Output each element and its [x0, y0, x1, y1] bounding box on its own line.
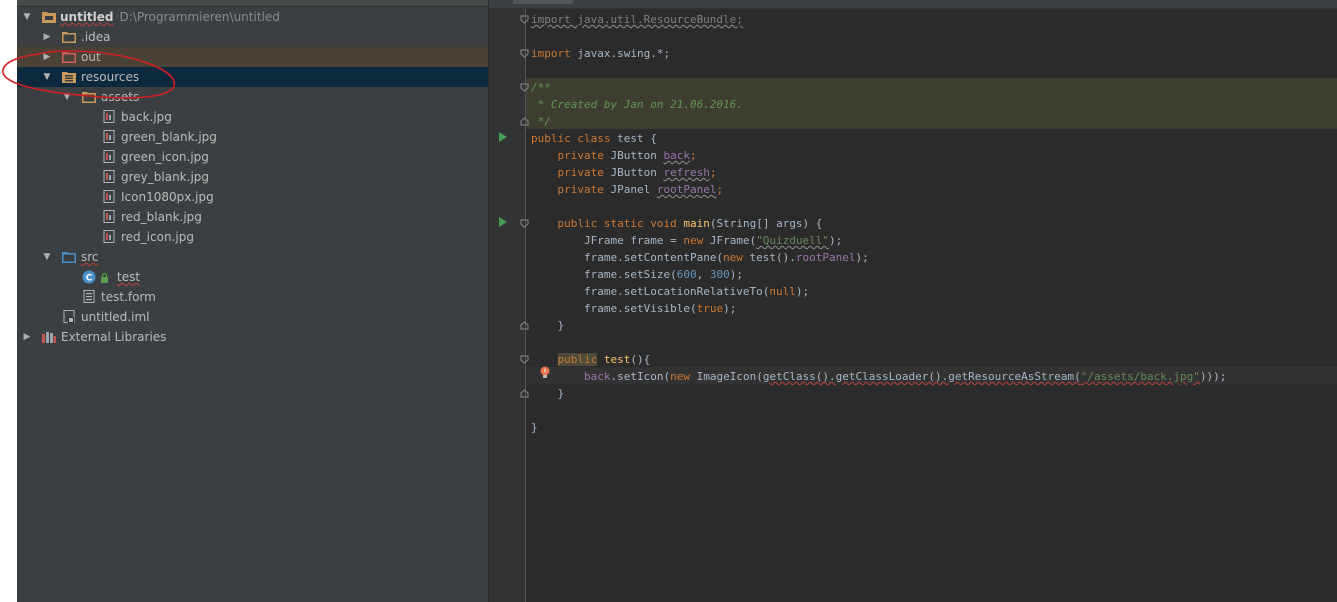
run-icon[interactable] [499, 132, 507, 142]
fold-marker-icon[interactable] [520, 83, 529, 92]
code-line: private JPanel rootPanel; [557, 183, 724, 196]
tree-item-file[interactable]: green_blank.jpg [17, 127, 488, 147]
tree-item-file[interactable]: red_icon.jpg [17, 227, 488, 247]
fold-marker-icon[interactable] [520, 117, 529, 126]
lock-icon [101, 273, 108, 283]
folder-icon [62, 32, 76, 43]
image-file-icon [103, 170, 115, 183]
tree-label: .idea [81, 30, 111, 44]
tree-item-file[interactable]: grey_blank.jpg [17, 167, 488, 187]
image-file-icon [103, 110, 115, 123]
folder-icon [82, 92, 96, 103]
tree-item-test-class[interactable]: C test [17, 267, 488, 287]
tree-label: Icon1080px.jpg [121, 190, 214, 204]
image-file-icon [103, 210, 115, 223]
chevron-down-icon[interactable]: ▼ [41, 67, 53, 87]
tree-item-root[interactable]: ▼ untitled D:\Programmieren\untitled [17, 7, 488, 27]
tree-item-out[interactable]: ▶ out [17, 47, 488, 67]
editor-tab[interactable] [513, 0, 573, 4]
tree-label: External Libraries [61, 330, 167, 344]
code-line: } [531, 421, 538, 434]
code-line: private JButton refresh; [557, 166, 717, 179]
code-line: } [557, 387, 565, 400]
resources-folder-icon [62, 72, 76, 83]
panel-header-strip [17, 0, 488, 7]
tree-label: back.jpg [121, 110, 172, 124]
module-file-icon [63, 310, 75, 323]
fold-marker-icon[interactable] [520, 219, 529, 228]
tree-label: grey_blank.jpg [121, 170, 210, 184]
chevron-down-icon[interactable]: ▼ [61, 87, 73, 107]
chevron-down-icon[interactable]: ▼ [41, 247, 53, 267]
fold-marker-icon[interactable] [520, 389, 529, 398]
code-line: import javax.swing.*; [531, 47, 671, 60]
tree-label: resources [81, 70, 140, 84]
excluded-folder-icon [62, 52, 76, 63]
code-line: back.setIcon(new ImageIcon(getClass().ge… [583, 370, 1227, 383]
project-folder-icon [42, 12, 56, 23]
form-file-icon [83, 290, 95, 303]
root-label: untitled [60, 10, 114, 24]
tree-item-src[interactable]: ▼ src [17, 247, 488, 267]
fold-marker-icon[interactable] [520, 321, 529, 330]
image-file-icon [103, 150, 115, 163]
code-line: * Created by Jan on 21.06.2016. [531, 98, 743, 111]
tree-item-resources[interactable]: ▼ resources [17, 67, 488, 87]
chevron-down-icon[interactable]: ▼ [21, 7, 33, 27]
chevron-right-icon[interactable]: ▶ [21, 327, 33, 347]
image-file-icon [103, 130, 115, 143]
code-line: import java.util.ResourceBundle; [531, 13, 743, 26]
tree-label: red_icon.jpg [121, 230, 194, 244]
fold-marker-icon[interactable] [520, 15, 529, 24]
tree-item-iml[interactable]: untitled.iml [17, 307, 488, 327]
code-line: public static void main(String[] args) { [557, 217, 823, 230]
editor-tab-strip [489, 0, 1337, 9]
code-line: public test(){ [557, 353, 651, 366]
source-folder-icon [62, 252, 76, 263]
tree-label: assets [101, 90, 140, 104]
image-file-icon [103, 230, 115, 243]
tree-label: test [117, 270, 141, 284]
code-line: public class test { [531, 132, 657, 145]
java-class-icon: C [82, 270, 96, 284]
code-line: private JButton back; [557, 149, 697, 162]
library-icon [42, 332, 56, 343]
tree-label: red_blank.jpg [121, 210, 202, 224]
tree-item-assets[interactable]: ▼ assets [17, 87, 488, 107]
editor-gutter [489, 9, 526, 602]
code-line: frame.setLocationRelativeTo(null); [583, 285, 810, 298]
tree-label: out [81, 50, 101, 64]
code-line: frame.setSize(600, 300); [583, 268, 743, 281]
chevron-right-icon[interactable]: ▶ [41, 27, 53, 47]
code-editor[interactable]: import java.util.ResourceBundle; import … [489, 0, 1337, 602]
code-line: frame.setContentPane(new test().rootPane… [583, 251, 869, 264]
code-line: } [557, 319, 565, 332]
code-line: frame.setVisible(true); [583, 302, 737, 315]
code-line: */ [531, 115, 551, 128]
image-file-icon [103, 190, 115, 203]
svg-text:C: C [86, 274, 93, 284]
root-path: D:\Programmieren\untitled [119, 10, 280, 24]
chevron-right-icon[interactable]: ▶ [41, 47, 53, 67]
tree-item-idea[interactable]: ▶ .idea [17, 27, 488, 47]
tree-label: green_blank.jpg [121, 130, 217, 144]
tree-label: green_icon.jpg [121, 150, 209, 164]
tree-item-file[interactable]: green_icon.jpg [17, 147, 488, 167]
project-panel: ▼ untitled D:\Programmieren\untitled ▶ .i… [17, 0, 488, 602]
tree-item-external-libraries[interactable]: ▶ External Libraries [17, 327, 488, 347]
tree-item-test-form[interactable]: test.form [17, 287, 488, 307]
tree-item-file[interactable]: red_blank.jpg [17, 207, 488, 227]
tree-item-file[interactable]: Icon1080px.jpg [17, 187, 488, 207]
tree-label: untitled.iml [81, 310, 150, 324]
fold-marker-icon[interactable] [520, 49, 529, 58]
run-icon[interactable] [499, 217, 507, 227]
tree-item-file[interactable]: back.jpg [17, 107, 488, 127]
code-line: /** [531, 81, 551, 94]
fold-marker-icon[interactable] [520, 355, 529, 364]
tree-label: src [81, 250, 99, 264]
code-line: JFrame frame = new JFrame("Quizduell"); [583, 234, 843, 247]
tree-label: test.form [101, 290, 156, 304]
